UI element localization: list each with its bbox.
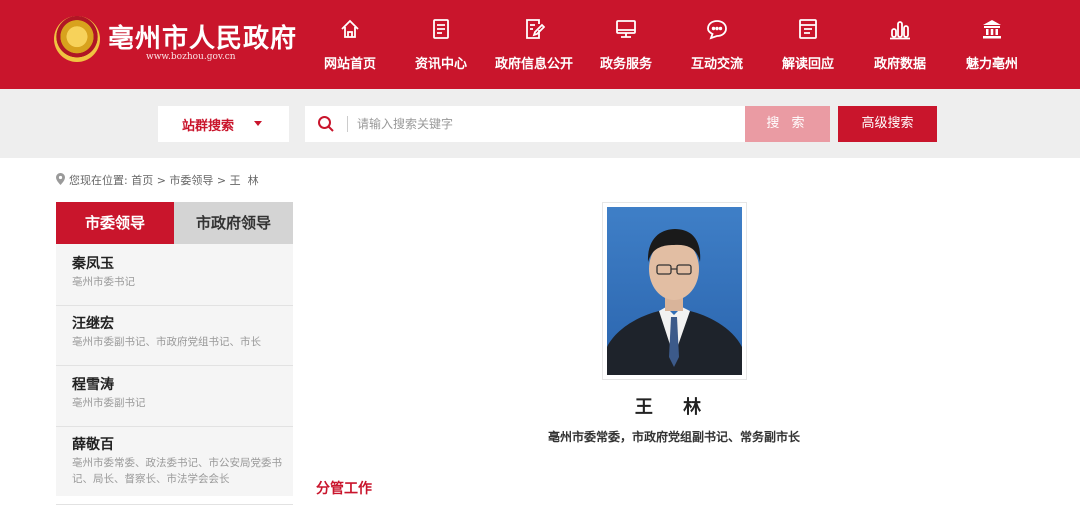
search-button[interactable]: 搜 索 xyxy=(745,106,830,142)
portrait-frame xyxy=(602,202,747,380)
bar-chart-icon xyxy=(889,18,911,40)
nav-label: 政府数据 xyxy=(873,57,926,72)
breadcrumb-separator: > xyxy=(153,174,170,187)
search-icon xyxy=(317,115,335,133)
person-name: 王 林 xyxy=(634,397,714,418)
nav-label: 政府信息公开 xyxy=(494,57,573,72)
leader-name: 秦凤玉 xyxy=(72,256,114,272)
location-pin-icon xyxy=(56,173,65,185)
breadcrumb-current: 王 林 xyxy=(229,174,259,187)
nav-item-gov-info[interactable]: 政府信息公开 xyxy=(490,0,578,89)
breadcrumb: 您现在位置: 首页 > 市委领导 > 王 林 xyxy=(56,172,259,188)
person-title: 亳州市委常委，市政府党组副书记、常务副市长 xyxy=(547,430,800,444)
responsibilities-heading: 分管工作 xyxy=(316,481,372,497)
breadcrumb-home-link[interactable]: 首页 xyxy=(131,174,153,187)
site-name: 亳州市人民政府 xyxy=(108,24,298,54)
edit-document-icon xyxy=(523,18,546,40)
nav-item-services[interactable]: 政务服务 xyxy=(582,0,670,89)
breadcrumb-prefix: 您现在位置: xyxy=(69,174,132,187)
chat-icon xyxy=(706,18,728,40)
nav-item-interaction[interactable]: 互动交流 xyxy=(673,0,761,89)
breadcrumb-separator: > xyxy=(213,174,230,187)
nav-item-gov-data[interactable]: 政府数据 xyxy=(856,0,944,89)
leader-item[interactable]: 薛敬百 亳州市委常委、政法委书记、市公安局党委书记、局长、督察长、市法学会会长 xyxy=(56,435,293,505)
search-band: 站群搜索 搜 索 高级搜索 xyxy=(0,89,1080,158)
nav-label: 资讯中心 xyxy=(414,57,467,72)
document-icon xyxy=(430,18,452,40)
leader-name: 薛敬百 xyxy=(72,437,114,453)
search-scope-dropdown[interactable]: 站群搜索 xyxy=(158,106,289,142)
search-box xyxy=(305,106,745,142)
leader-item[interactable]: 程雪涛 亳州市委副书记 xyxy=(56,375,293,427)
landmark-icon xyxy=(981,18,1003,40)
nav-label: 解读回应 xyxy=(781,57,834,72)
monitor-icon xyxy=(615,18,637,40)
site-url: www.bozhou.gov.cn xyxy=(146,52,236,62)
leader-title: 亳州市委副书记、市政府党组书记、市长 xyxy=(72,336,261,348)
leader-title: 亳州市委副书记 xyxy=(72,397,146,409)
portrait-photo xyxy=(607,207,742,375)
search-divider xyxy=(347,116,348,132)
nav-label: 网站首页 xyxy=(323,57,376,72)
nav-item-news[interactable]: 资讯中心 xyxy=(397,0,485,89)
home-icon xyxy=(339,18,361,40)
leader-title: 亳州市委常委、政法委书记、市公安局党委书记、局长、督察长、市法学会会长 xyxy=(72,457,282,485)
file-icon xyxy=(797,18,819,40)
tab-government-leaders[interactable]: 市政府领导 xyxy=(174,202,293,244)
leader-item[interactable]: 秦凤玉 亳州市委书记 xyxy=(56,254,293,306)
breadcrumb-city-leaders-link[interactable]: 市委领导 xyxy=(169,174,213,187)
leader-name: 程雪涛 xyxy=(72,377,114,393)
search-scope-label: 站群搜索 xyxy=(182,119,235,134)
site-header: 亳州市人民政府 www.bozhou.gov.cn 网站首页 资讯中心 政府信息… xyxy=(0,0,1080,89)
leader-tabs: 市委领导 市政府领导 xyxy=(56,202,293,244)
tab-party-leaders[interactable]: 市委领导 xyxy=(56,202,174,244)
nav-item-home[interactable]: 网站首页 xyxy=(306,0,394,89)
leader-name: 汪继宏 xyxy=(72,316,114,332)
nav-label: 政务服务 xyxy=(599,57,652,72)
leaders-sidebar: 市委领导 市政府领导 秦凤玉 亳州市委书记 汪继宏 亳州市委副书记、市政府党组书… xyxy=(56,202,293,505)
advanced-search-button[interactable]: 高级搜索 xyxy=(838,106,937,142)
leader-item[interactable]: 汪继宏 亳州市委副书记、市政府党组书记、市长 xyxy=(56,314,293,366)
national-emblem-icon xyxy=(54,16,100,62)
search-input[interactable] xyxy=(357,106,737,142)
leader-title: 亳州市委书记 xyxy=(72,276,135,288)
caret-down-icon xyxy=(254,121,262,126)
nav-label: 魅力亳州 xyxy=(965,57,1018,72)
nav-label: 互动交流 xyxy=(690,57,743,72)
nav-item-charm-bozhou[interactable]: 魅力亳州 xyxy=(948,0,1036,89)
nav-item-interpretation[interactable]: 解读回应 xyxy=(764,0,852,89)
